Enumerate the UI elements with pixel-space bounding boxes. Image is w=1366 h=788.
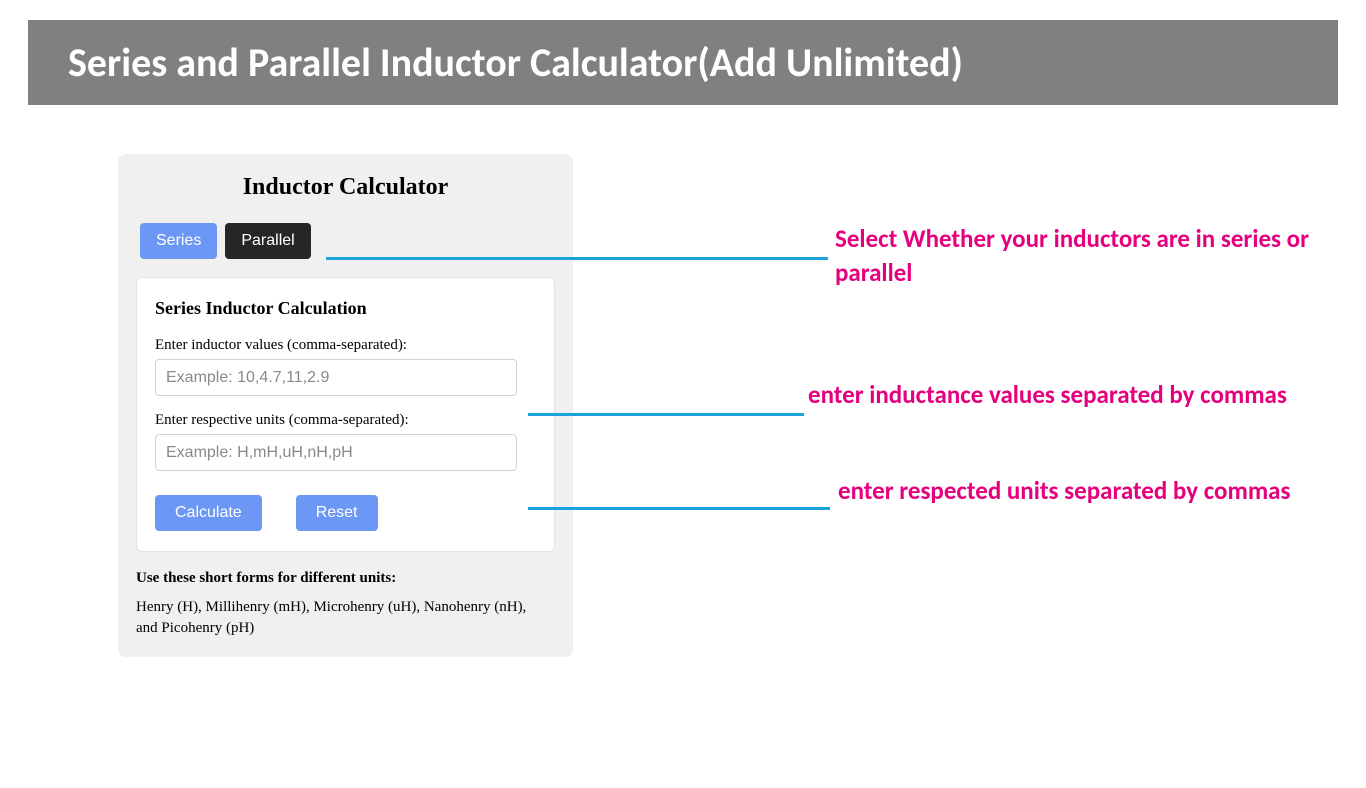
connector-line-icon (528, 413, 804, 416)
connector-line-icon (528, 507, 830, 510)
form-card: Series Inductor Calculation Enter induct… (136, 277, 555, 552)
connector-line-icon (326, 257, 828, 260)
values-label: Enter inductor values (comma-separated): (155, 337, 536, 354)
calculator-title: Inductor Calculator (136, 174, 555, 201)
annotation-enter-units: enter respected units separated by comma… (838, 474, 1338, 508)
units-label: Enter respective units (comma-separated)… (155, 412, 536, 429)
form-heading: Series Inductor Calculation (155, 298, 536, 319)
annotation-enter-values: enter inductance values separated by com… (808, 378, 1328, 412)
tab-row: Series Parallel (136, 223, 555, 259)
values-input[interactable] (155, 359, 517, 396)
reset-button[interactable]: Reset (296, 495, 378, 531)
units-input[interactable] (155, 434, 517, 471)
calculator-card: Inductor Calculator Series Parallel Seri… (118, 154, 573, 657)
tab-parallel[interactable]: Parallel (225, 223, 310, 259)
units-hint-text: Henry (H), Millihenry (mH), Microhenry (… (136, 597, 546, 639)
calculate-button[interactable]: Calculate (155, 495, 262, 531)
button-row: Calculate Reset (155, 495, 536, 531)
units-hint-heading: Use these short forms for different unit… (136, 570, 555, 587)
page-title: Series and Parallel Inductor Calculator(… (68, 38, 963, 87)
tab-series[interactable]: Series (140, 223, 217, 259)
page-banner: Series and Parallel Inductor Calculator(… (28, 20, 1338, 105)
annotation-select-mode: Select Whether your inductors are in ser… (835, 222, 1335, 290)
